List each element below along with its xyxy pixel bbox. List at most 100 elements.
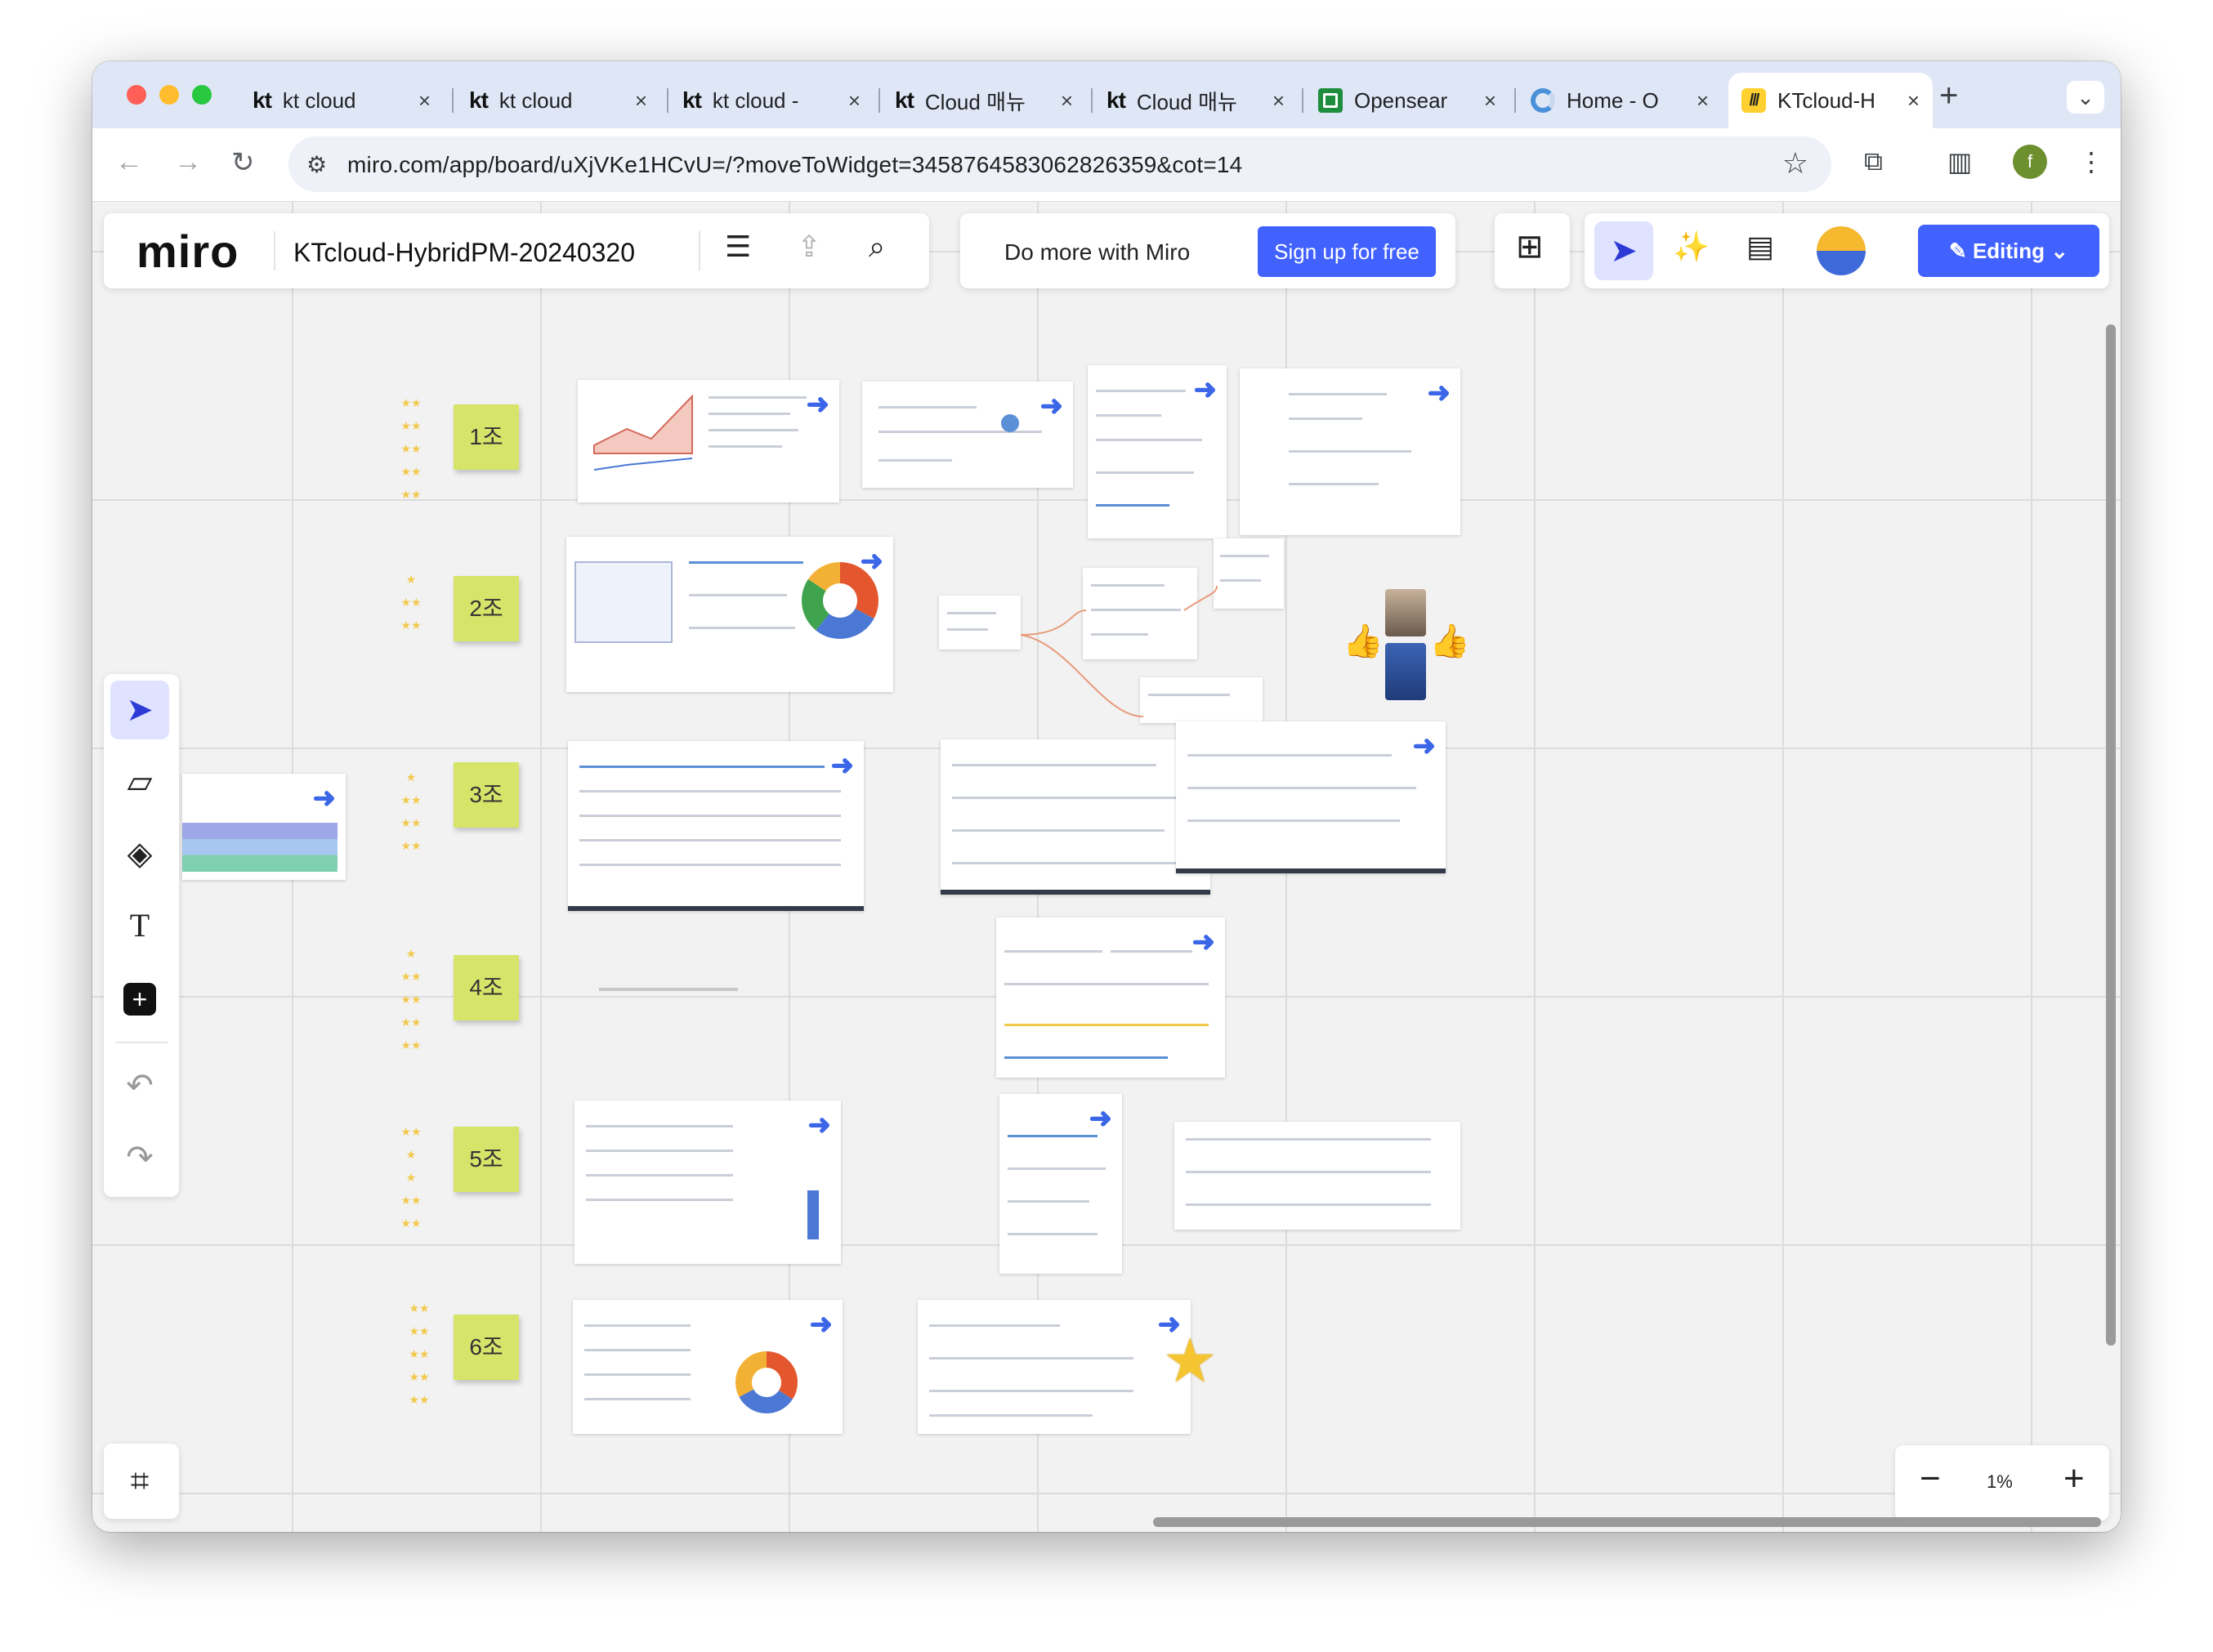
close-tab-icon[interactable]: × bbox=[635, 88, 647, 114]
follow-cursor-icon[interactable]: ➤ bbox=[1594, 221, 1653, 280]
apps-grid-icon[interactable]: ⊞ bbox=[1516, 228, 1544, 266]
sticky-note-tool-icon[interactable]: ▱ bbox=[110, 752, 169, 811]
browser-tab[interactable]: kt kt cloud × bbox=[456, 73, 660, 128]
close-tab-icon[interactable]: × bbox=[1484, 88, 1496, 114]
screenshot-card[interactable]: ➜ bbox=[568, 741, 864, 911]
group-sticky-note[interactable]: 2조 bbox=[454, 576, 519, 641]
vertical-scrollbar[interactable] bbox=[2106, 324, 2116, 1346]
user-avatar[interactable] bbox=[1817, 226, 1866, 275]
group-sticky-note[interactable]: 6조 bbox=[454, 1315, 519, 1380]
tab-title: kt cloud bbox=[282, 87, 356, 113]
zoom-in-button[interactable]: + bbox=[2063, 1458, 2085, 1499]
extensions-icon[interactable]: ⧉ bbox=[1864, 146, 1883, 177]
browser-tab[interactable]: Home - O × bbox=[1518, 73, 1722, 128]
screenshot-card[interactable]: ➜ bbox=[918, 1300, 1191, 1434]
group-sticky-note[interactable]: 1조 bbox=[454, 404, 519, 470]
browser-tab[interactable]: kt Cloud 매뉴 × bbox=[882, 73, 1086, 128]
select-tool-icon[interactable]: ➤ bbox=[110, 681, 169, 739]
search-icon[interactable]: ⌕ bbox=[869, 230, 885, 265]
miro-logo[interactable]: miro bbox=[136, 225, 239, 278]
rating-stars-icon: ★ ★★ ★★ bbox=[400, 573, 422, 632]
arrow-right-icon[interactable]: ➜ bbox=[810, 1308, 834, 1341]
screenshot-card[interactable]: ➜ bbox=[999, 1094, 1122, 1274]
main-menu-icon[interactable]: ☰ bbox=[725, 230, 751, 264]
screenshot-card[interactable]: ➜ bbox=[862, 382, 1073, 488]
screenshot-card[interactable]: ➜ bbox=[578, 380, 839, 502]
comments-icon[interactable]: ▤ bbox=[1746, 230, 1774, 264]
back-icon[interactable]: ← bbox=[115, 146, 143, 178]
screenshot-card[interactable]: ➜ bbox=[996, 918, 1225, 1078]
arrow-right-icon[interactable]: ➜ bbox=[1040, 390, 1064, 422]
minimize-window-button[interactable] bbox=[159, 85, 179, 105]
menu-dots-icon[interactable]: ⋮ bbox=[2078, 146, 2104, 177]
arrow-right-icon[interactable]: ➜ bbox=[1194, 373, 1218, 406]
screenshot-card[interactable]: ➜ bbox=[1240, 368, 1460, 535]
arrow-right-icon[interactable]: ➜ bbox=[807, 388, 830, 421]
undo-icon[interactable]: ↶ bbox=[110, 1056, 169, 1115]
tab-search-button[interactable]: ⌄ bbox=[2067, 81, 2104, 114]
celebrate-icon[interactable]: ✨ bbox=[1673, 230, 1710, 264]
frames-icon[interactable]: ⌗ bbox=[110, 1452, 169, 1511]
arrow-right-icon[interactable]: ➜ bbox=[808, 1109, 832, 1141]
add-more-tools-icon[interactable]: + bbox=[110, 968, 169, 1027]
close-window-button[interactable] bbox=[127, 85, 146, 105]
close-tab-icon[interactable]: × bbox=[1697, 88, 1709, 114]
close-tab-icon[interactable]: × bbox=[418, 88, 431, 114]
screenshot-card[interactable]: ➜ bbox=[566, 537, 893, 692]
signup-button[interactable]: Sign up for free bbox=[1258, 226, 1436, 277]
screenshot-card[interactable]: ➜ bbox=[182, 774, 346, 880]
arrow-right-icon[interactable]: ➜ bbox=[1413, 730, 1437, 762]
close-tab-icon[interactable]: × bbox=[1272, 88, 1285, 114]
address-bar[interactable]: ⚙ miro.com/app/board/uXjVKe1HCvU=/?moveT… bbox=[288, 136, 1831, 192]
close-tab-icon[interactable]: × bbox=[1061, 88, 1073, 114]
screenshot-card[interactable]: ➜ bbox=[1176, 721, 1446, 873]
browser-tab[interactable]: kt Cloud 매뉴 × bbox=[1093, 73, 1298, 128]
arrow-right-icon[interactable]: ➜ bbox=[1089, 1102, 1113, 1135]
rating-stars-icon: ★ ★★ ★★ ★★ bbox=[400, 770, 422, 852]
zoom-out-button[interactable]: − bbox=[1920, 1458, 1941, 1499]
url-text[interactable]: miro.com/app/board/uXjVKe1HCvU=/?moveToW… bbox=[347, 152, 1242, 178]
arrow-right-icon[interactable]: ➜ bbox=[861, 545, 884, 578]
group-sticky-note[interactable]: 3조 bbox=[454, 762, 519, 828]
bookmark-star-icon[interactable]: ☆ bbox=[1782, 146, 1808, 181]
arrow-right-icon[interactable]: ➜ bbox=[1428, 377, 1451, 409]
arrow-right-icon[interactable]: ➜ bbox=[1192, 926, 1216, 958]
browser-tab[interactable]: Opensear × bbox=[1305, 73, 1509, 128]
screenshot-card[interactable] bbox=[941, 739, 1210, 895]
maximize-window-button[interactable] bbox=[192, 85, 212, 105]
screenshot-card[interactable] bbox=[939, 596, 1021, 650]
shapes-tool-icon[interactable]: ◈ bbox=[110, 824, 169, 883]
screenshot-card[interactable]: ➜ bbox=[574, 1101, 841, 1264]
export-icon[interactable]: ⇪ bbox=[797, 230, 821, 264]
site-settings-icon[interactable]: ⚙ bbox=[306, 151, 327, 178]
editing-mode-button[interactable]: ✎ Editing ⌄ bbox=[1918, 225, 2099, 277]
close-tab-icon[interactable]: × bbox=[1907, 88, 1920, 114]
browser-tab-active[interactable]: /// KTcloud-H × bbox=[1728, 73, 1933, 128]
rating-stars-icon: ★★ ★ ★ ★★ ★★ bbox=[400, 1125, 422, 1230]
forward-icon[interactable]: → bbox=[174, 146, 202, 178]
close-tab-icon[interactable]: × bbox=[848, 88, 861, 114]
horizontal-scrollbar[interactable] bbox=[1153, 1517, 2101, 1527]
text-tool-icon[interactable]: T bbox=[110, 896, 169, 955]
board-title[interactable]: KTcloud-HybridPM-20240320 bbox=[293, 238, 635, 268]
rating-stars-icon: ★★ ★★ ★★ ★★ ★★ bbox=[409, 1302, 430, 1406]
miro-board-canvas[interactable]: miro KTcloud-HybridPM-20240320 ☰ ⇪ ⌕ Do … bbox=[92, 202, 2121, 1532]
screenshot-card[interactable]: ➜ bbox=[1088, 365, 1227, 538]
kt-favicon-icon: kt bbox=[469, 87, 489, 113]
screenshot-card[interactable] bbox=[1174, 1122, 1460, 1230]
screenshot-card[interactable]: ➜ bbox=[573, 1300, 843, 1434]
tab-title: Home - O bbox=[1567, 87, 1659, 113]
group-sticky-note[interactable]: 5조 bbox=[454, 1127, 519, 1192]
new-tab-button[interactable]: + bbox=[1939, 78, 1958, 114]
avatar[interactable]: f bbox=[2013, 145, 2047, 179]
group-sticky-note[interactable]: 4조 bbox=[454, 955, 519, 1020]
redo-icon[interactable]: ↷ bbox=[110, 1128, 169, 1187]
arrow-right-icon[interactable]: ➜ bbox=[313, 782, 337, 815]
reload-icon[interactable]: ↻ bbox=[231, 146, 255, 179]
browser-tab[interactable]: kt kt cloud × bbox=[239, 73, 444, 128]
arrow-right-icon[interactable]: ➜ bbox=[831, 749, 855, 782]
browser-tab[interactable]: kt kt cloud - × bbox=[669, 73, 874, 128]
zoom-level[interactable]: 1% bbox=[1987, 1471, 2013, 1493]
person-photo bbox=[1385, 643, 1426, 700]
sidepanel-icon[interactable]: ▥ bbox=[1947, 146, 1972, 177]
